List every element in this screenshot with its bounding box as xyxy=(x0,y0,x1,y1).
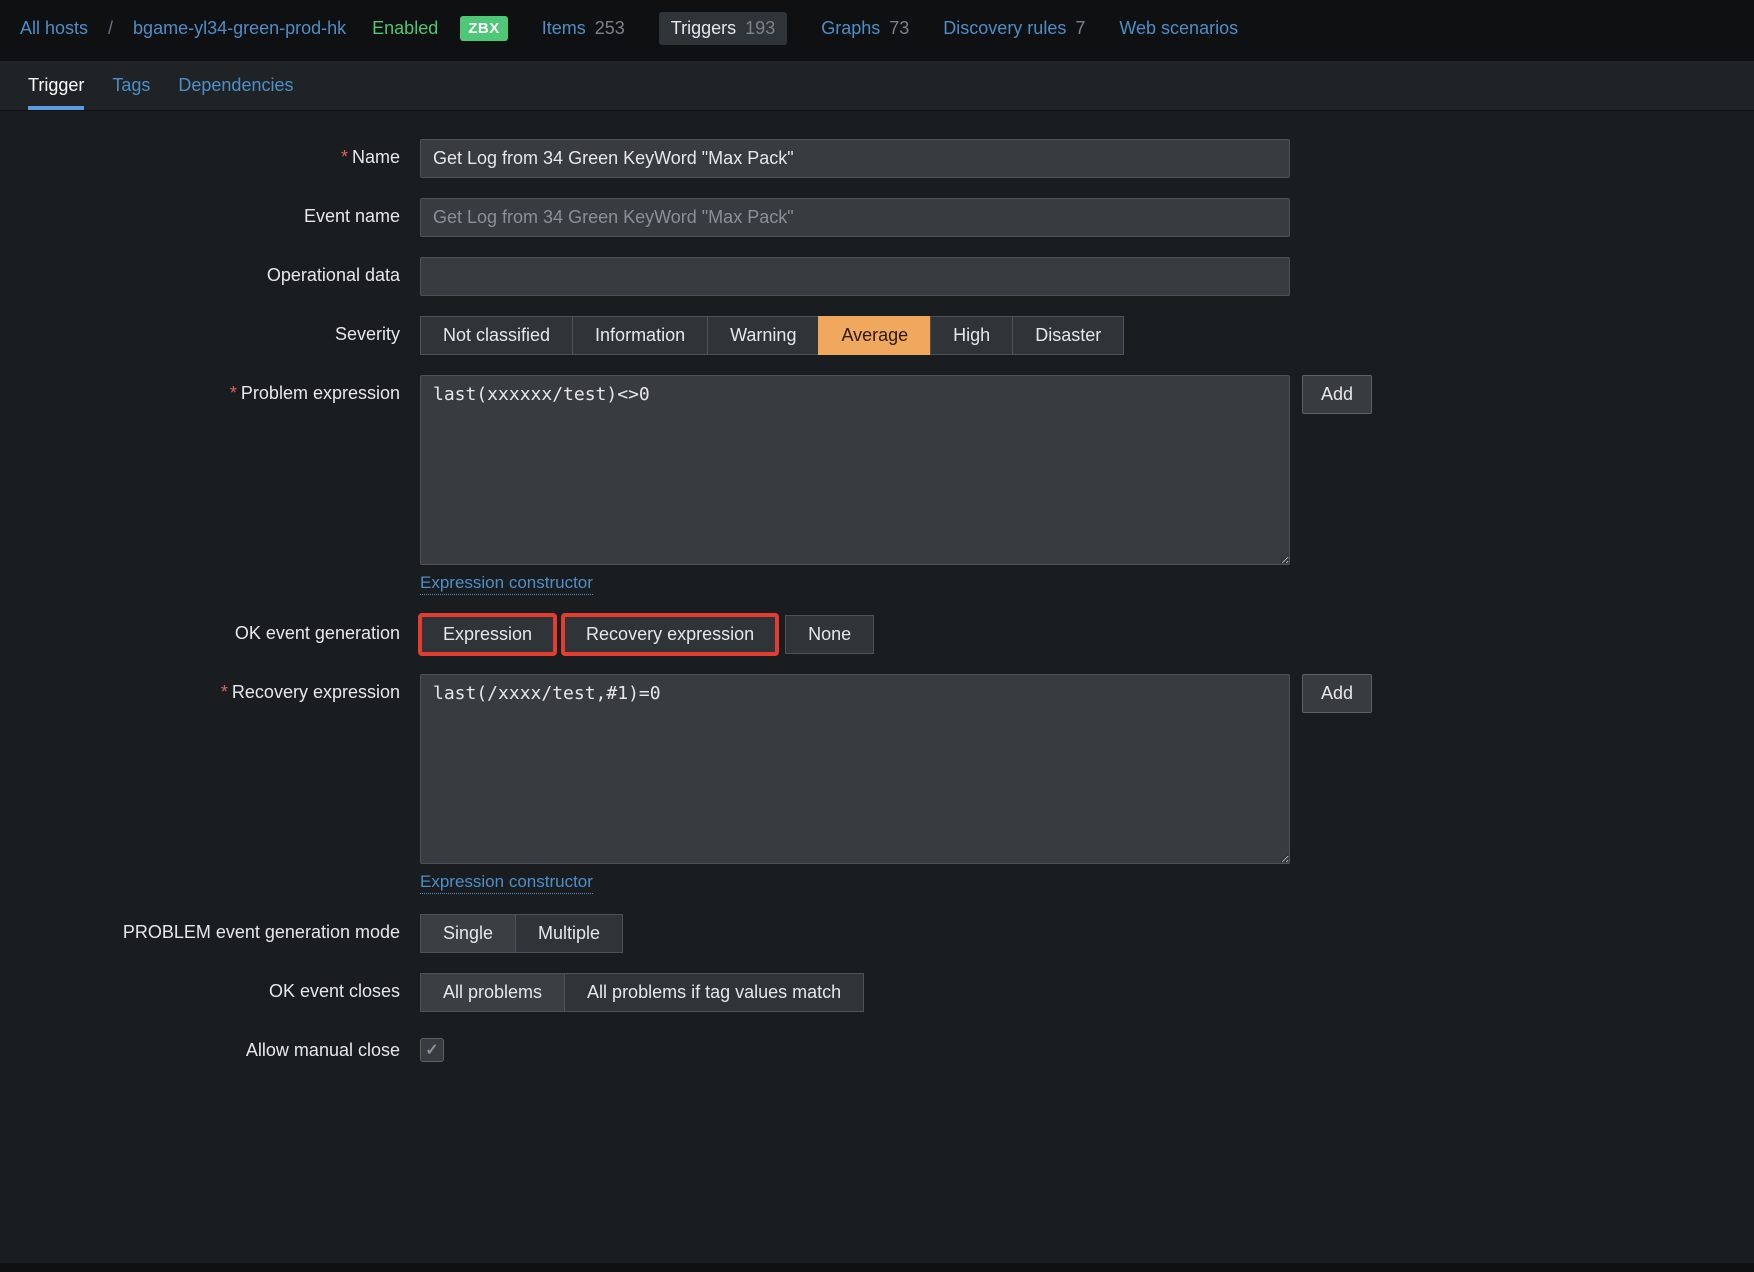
severity-not-classified[interactable]: Not classified xyxy=(420,316,573,355)
row-ok-closes: OK event closes All problems All problem… xyxy=(40,973,1714,1012)
recovery-expr-constructor-link[interactable]: Expression constructor xyxy=(420,872,593,894)
label-problem-expr: *Problem expression xyxy=(40,375,420,404)
ok-closes-group: All problems All problems if tag values … xyxy=(420,973,864,1012)
ok-closes-tag-match[interactable]: All problems if tag values match xyxy=(564,973,864,1012)
problem-expr-add-button[interactable]: Add xyxy=(1302,375,1372,414)
label-event-name: Event name xyxy=(40,198,420,227)
recovery-expr-textarea[interactable]: last(/xxxx/test,#1)=0 xyxy=(420,674,1290,864)
ok-gen-none[interactable]: None xyxy=(785,615,874,654)
nav-triggers-count: 193 xyxy=(745,18,775,38)
tab-tags[interactable]: Tags xyxy=(112,61,150,110)
breadcrumb-sep: / xyxy=(108,18,113,39)
nav-web[interactable]: Web scenarios xyxy=(1119,18,1238,39)
label-op-data: Operational data xyxy=(40,257,420,286)
nav-items-label: Items xyxy=(542,18,586,38)
ok-gen-expression[interactable]: Expression xyxy=(420,615,555,654)
op-data-input[interactable] xyxy=(420,257,1290,296)
nav-discovery-count: 7 xyxy=(1075,18,1085,38)
label-name: *Name xyxy=(40,139,420,168)
tabs: Trigger Tags Dependencies xyxy=(0,61,1754,111)
nav-discovery[interactable]: Discovery rules 7 xyxy=(943,18,1085,39)
row-problem-mode: PROBLEM event generation mode Single Mul… xyxy=(40,914,1714,953)
severity-warning[interactable]: Warning xyxy=(707,316,819,355)
problem-expr-textarea[interactable]: last(xxxxxx/test)<>0 xyxy=(420,375,1290,565)
ok-event-gen-group: Expression Recovery expression None xyxy=(420,615,874,654)
label-ok-closes: OK event closes xyxy=(40,973,420,1002)
problem-mode-multiple[interactable]: Multiple xyxy=(515,914,623,953)
row-event-name: Event name xyxy=(40,198,1714,237)
manual-close-checkbox[interactable] xyxy=(420,1038,444,1062)
label-ok-event-gen: OK event generation xyxy=(40,615,420,644)
event-name-input[interactable] xyxy=(420,198,1290,237)
severity-average[interactable]: Average xyxy=(818,316,931,355)
label-recovery-expr: *Recovery expression xyxy=(40,674,420,703)
row-ok-event-gen: OK event generation Expression Recovery … xyxy=(40,615,1714,654)
form-wrap: *Name Event name Operational data Severi… xyxy=(0,111,1754,1263)
ok-gen-recovery-expression[interactable]: Recovery expression xyxy=(563,615,777,654)
problem-expr-constructor-link[interactable]: Expression constructor xyxy=(420,573,593,595)
tab-trigger[interactable]: Trigger xyxy=(28,61,84,110)
nav-discovery-label: Discovery rules xyxy=(943,18,1066,38)
nav-graphs-count: 73 xyxy=(889,18,909,38)
label-manual-close: Allow manual close xyxy=(40,1032,420,1061)
zbx-badge: ZBX xyxy=(460,16,508,41)
row-recovery-expr: *Recovery expression last(/xxxx/test,#1)… xyxy=(40,674,1714,894)
recovery-expr-add-button[interactable]: Add xyxy=(1302,674,1372,713)
name-input[interactable] xyxy=(420,139,1290,178)
nav-web-label: Web scenarios xyxy=(1119,18,1238,38)
ok-closes-all[interactable]: All problems xyxy=(420,973,565,1012)
tab-dependencies[interactable]: Dependencies xyxy=(178,61,293,110)
topbar: All hosts / bgame-yl34-green-prod-hk Ena… xyxy=(0,0,1754,61)
nav-items[interactable]: Items 253 xyxy=(542,18,625,39)
severity-information[interactable]: Information xyxy=(572,316,708,355)
nav-items-count: 253 xyxy=(595,18,625,38)
row-manual-close: Allow manual close xyxy=(40,1032,1714,1062)
nav-graphs[interactable]: Graphs 73 xyxy=(821,18,909,39)
severity-group: Not classified Information Warning Avera… xyxy=(420,316,1124,355)
label-problem-mode: PROBLEM event generation mode xyxy=(40,914,420,943)
row-name: *Name xyxy=(40,139,1714,178)
row-op-data: Operational data xyxy=(40,257,1714,296)
nav-triggers-label: Triggers xyxy=(671,18,736,38)
row-problem-expr: *Problem expression last(xxxxxx/test)<>0… xyxy=(40,375,1714,595)
row-severity: Severity Not classified Information Warn… xyxy=(40,316,1714,355)
severity-disaster[interactable]: Disaster xyxy=(1012,316,1124,355)
label-severity: Severity xyxy=(40,316,420,345)
severity-high[interactable]: High xyxy=(930,316,1013,355)
breadcrumb-all-hosts[interactable]: All hosts xyxy=(20,18,88,39)
nav-triggers[interactable]: Triggers 193 xyxy=(659,12,787,45)
breadcrumb-host[interactable]: bgame-yl34-green-prod-hk xyxy=(133,18,346,39)
problem-mode-group: Single Multiple xyxy=(420,914,623,953)
nav-graphs-label: Graphs xyxy=(821,18,880,38)
status-enabled: Enabled xyxy=(372,18,438,39)
problem-mode-single[interactable]: Single xyxy=(420,914,516,953)
